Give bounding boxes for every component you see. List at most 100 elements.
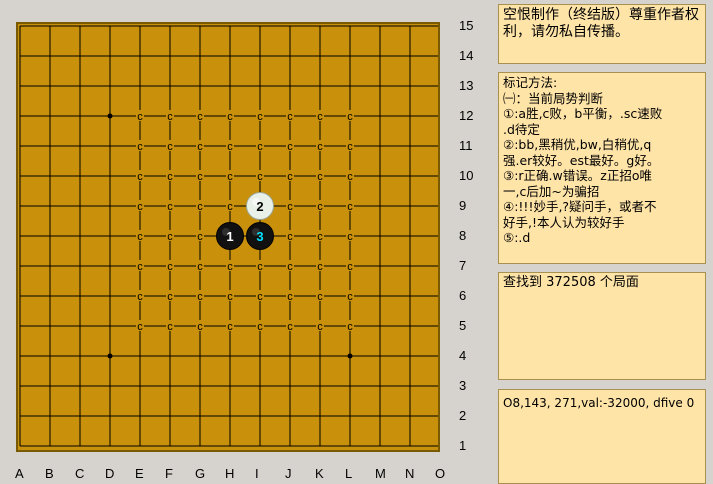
- found-count-text: 查找到 372508 个局面: [503, 275, 639, 290]
- row-label: 1: [459, 438, 467, 453]
- stone-number: 3: [256, 229, 263, 244]
- position-marker: c: [257, 321, 263, 333]
- position-marker: c: [347, 231, 353, 243]
- position-marker: c: [317, 291, 323, 303]
- note-line: 好手,!本人认为较好手: [503, 214, 625, 230]
- position-marker: c: [317, 171, 323, 183]
- position-marker: c: [227, 141, 233, 153]
- note-line: ②:bb,黑稍优,bw,白稍优,q: [503, 137, 652, 152]
- column-label: O: [435, 466, 446, 481]
- row-label: 11: [459, 138, 473, 153]
- position-marker: c: [347, 171, 353, 183]
- column-label: L: [345, 466, 353, 481]
- position-marker: c: [167, 321, 173, 333]
- position-marker: c: [257, 141, 263, 153]
- position-marker: c: [167, 291, 173, 303]
- position-marker: c: [197, 141, 203, 153]
- eval-panel: O8,143, 271,val:-32000, dfive 0: [498, 389, 706, 484]
- row-label: 3: [459, 378, 467, 393]
- note-line: 一,c后加~为骗招: [503, 183, 600, 199]
- position-marker: c: [167, 171, 173, 183]
- position-marker: c: [287, 111, 293, 123]
- credit-text: 空恨制作（终结版）尊重作者权利，请勿私自传播。: [503, 7, 699, 40]
- position-marker: c: [197, 201, 203, 213]
- row-label: 9: [459, 198, 467, 213]
- column-label: H: [225, 466, 235, 481]
- position-marker: c: [347, 261, 353, 273]
- position-marker: c: [167, 201, 173, 213]
- row-label: 14: [459, 48, 474, 63]
- position-marker: c: [137, 321, 143, 333]
- position-marker: c: [257, 261, 263, 273]
- column-label: G: [195, 466, 206, 481]
- position-marker: c: [197, 291, 203, 303]
- position-marker: c: [137, 291, 143, 303]
- column-label: N: [405, 466, 415, 481]
- star-point: [107, 113, 113, 119]
- row-label: 4: [459, 348, 467, 363]
- position-marker: c: [197, 261, 203, 273]
- row-label: 15: [459, 18, 474, 33]
- go-board[interactable]: c c c c c c c c c c c c c c c c c c c c c c c c c c c c c c c c c c c c c c c c…: [16, 22, 440, 452]
- position-marker: c: [257, 291, 263, 303]
- note-line: 强.er较好。est最好。g好。: [503, 152, 660, 168]
- column-label: B: [45, 466, 54, 481]
- position-marker: c: [287, 321, 293, 333]
- column-label: M: [375, 466, 386, 481]
- note-line: ①:a胜,c败，b平衡，.sc速败: [503, 106, 663, 121]
- position-marker: c: [317, 261, 323, 273]
- position-marker: c: [167, 231, 173, 243]
- position-marker: c: [137, 171, 143, 183]
- column-label: D: [105, 466, 115, 481]
- row-label: 7: [459, 258, 467, 273]
- position-marker: c: [227, 291, 233, 303]
- column-label: A: [15, 466, 24, 481]
- position-marker: c: [137, 261, 143, 273]
- column-label: C: [75, 466, 85, 481]
- position-marker: c: [347, 141, 353, 153]
- column-label: J: [285, 466, 292, 481]
- notes-panel: 标记方法: ㈠：当前局势判断 ①:a胜,c败，b平衡，.sc速败 .d待定 ②:bb,黑…: [498, 72, 706, 264]
- position-marker: c: [287, 261, 293, 273]
- position-marker: c: [227, 201, 233, 213]
- note-line: ㈠：当前局势判断: [503, 90, 604, 106]
- row-label: 6: [459, 288, 467, 303]
- board-grid[interactable]: c c c c c c c c c c c c c c c c c c c c c c c c c c c c c c c c c c c c c c c c…: [18, 24, 438, 450]
- column-label: I: [255, 466, 259, 481]
- position-marker: c: [347, 291, 353, 303]
- column-label: E: [135, 466, 144, 481]
- position-marker: c: [257, 171, 263, 183]
- position-marker: c: [227, 321, 233, 333]
- position-marker: c: [197, 111, 203, 123]
- divider: [484, 0, 498, 484]
- position-marker: c: [167, 261, 173, 273]
- eval-text: O8,143, 271,val:-32000, dfive 0: [503, 396, 695, 410]
- row-label: 8: [459, 228, 467, 243]
- position-marker: c: [317, 201, 323, 213]
- row-label: 2: [459, 408, 467, 423]
- star-point: [347, 353, 353, 359]
- found-panel: 查找到 372508 个局面: [498, 272, 706, 380]
- row-label: 13: [459, 78, 474, 93]
- credit-panel: 空恨制作（终结版）尊重作者权利，请勿私自传播。: [498, 4, 706, 64]
- position-marker: c: [137, 141, 143, 153]
- position-marker: c: [227, 171, 233, 183]
- position-marker: c: [137, 231, 143, 243]
- position-marker: c: [287, 171, 293, 183]
- star-point: [107, 353, 113, 359]
- position-marker: c: [287, 141, 293, 153]
- stone-number: 1: [226, 229, 233, 244]
- note-line: ④:!!!妙手,?疑问手，或者不: [503, 199, 657, 214]
- position-marker: c: [317, 111, 323, 123]
- position-marker: c: [287, 201, 293, 213]
- position-marker: c: [167, 141, 173, 153]
- position-marker: c: [197, 321, 203, 333]
- position-marker: c: [197, 231, 203, 243]
- note-line: ③:r正确.w错误。z正招o唯: [503, 168, 652, 183]
- position-marker: c: [287, 291, 293, 303]
- position-marker: c: [227, 261, 233, 273]
- board-frame: c c c c c c c c c c c c c c c c c c c c c c c c c c c c c c c c c c c c c c c c…: [0, 0, 484, 484]
- position-marker: c: [257, 111, 263, 123]
- position-marker: c: [347, 201, 353, 213]
- stone-number: 2: [256, 199, 263, 214]
